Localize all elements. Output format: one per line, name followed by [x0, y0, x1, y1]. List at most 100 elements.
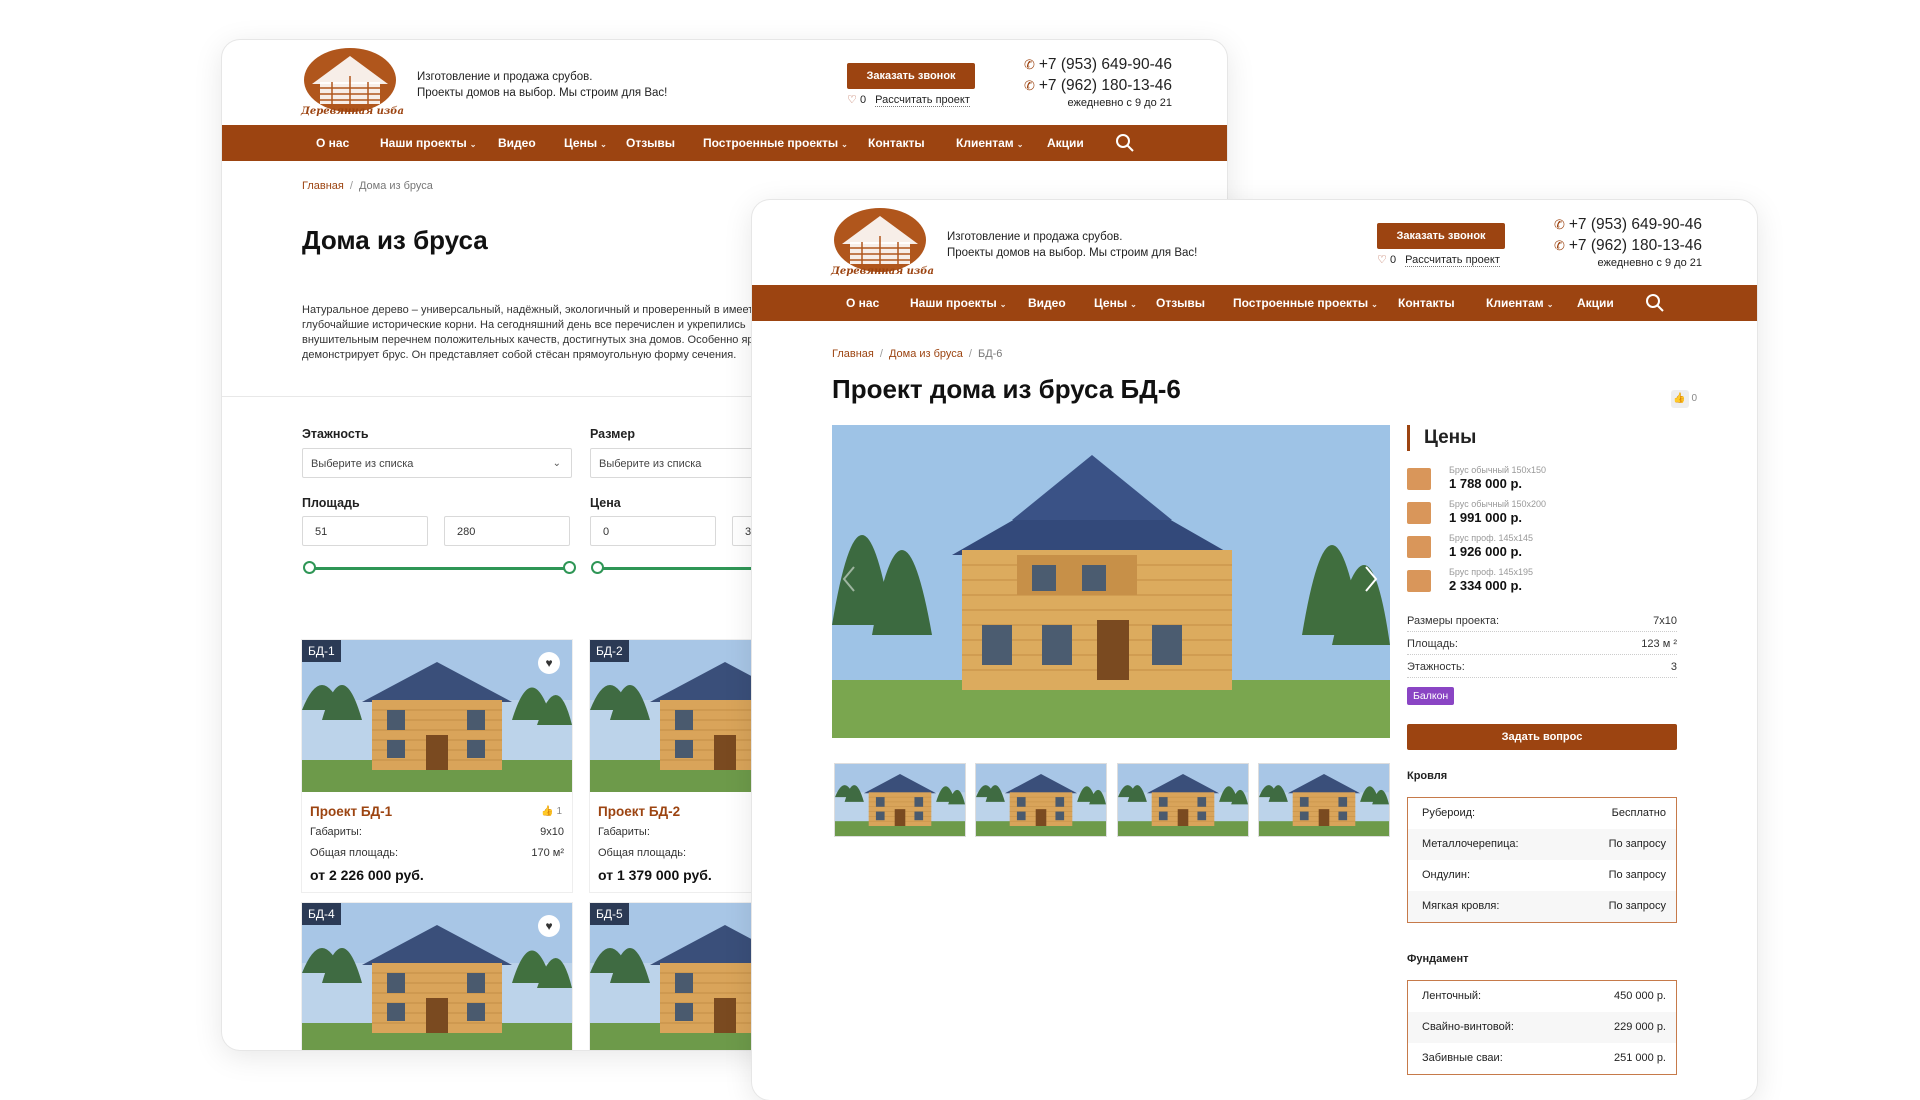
nav-item-prices[interactable]: Цены ⌄ — [564, 125, 607, 161]
order-call-button[interactable]: Заказать звонок — [847, 63, 975, 89]
area-label: Площадь — [302, 496, 360, 510]
likes[interactable]: 👍 1 — [541, 806, 562, 817]
phone-1[interactable]: ✆ +7 (953) 649-90-46 — [992, 54, 1172, 75]
nav-item-about[interactable]: О нас — [316, 125, 349, 161]
spec-row: Площадь: 123 м ² — [1407, 638, 1677, 655]
project-title[interactable]: Проект БД-2 — [598, 804, 680, 819]
option-name: Забивные сваи: — [1422, 1052, 1503, 1064]
phone-icon: ✆ — [1023, 78, 1035, 93]
area-slider[interactable] — [310, 567, 570, 570]
phone-1-text: +7 (953) 649-90-46 — [1038, 56, 1172, 73]
chevron-down-icon: ⌄ — [552, 458, 561, 469]
breadcrumb-current: Дома из бруса — [358, 180, 433, 192]
nav-item-video[interactable]: Видео — [1028, 285, 1066, 321]
phone-2-text: +7 (962) 180-13-46 — [1568, 237, 1702, 254]
nav-item-contacts[interactable]: Контакты — [868, 125, 925, 161]
area-row-label: Общая площадь: — [598, 847, 687, 859]
option-value: Бесплатно — [1611, 807, 1666, 819]
project-card[interactable]: БД-1 ♥ Проект БД-1 👍 1 Габариты: 9x10 Общ… — [302, 640, 572, 892]
heart-icon[interactable]: ♥ — [538, 915, 560, 937]
gallery-thumbnail[interactable] — [975, 763, 1107, 837]
project-badge: БД-4 — [302, 903, 341, 925]
chevron-right-icon[interactable] — [1364, 565, 1378, 593]
nav-item-projects[interactable]: Наши проекты ⌄ — [910, 285, 1006, 321]
size-select-value: Выберите из списка — [599, 458, 702, 470]
site-header: Деревянная изба Изготовление и продажа с… — [222, 40, 1227, 125]
gallery-thumbnail[interactable] — [834, 763, 966, 837]
nav-item-built[interactable]: Построенные проекты ⌄ — [1233, 285, 1378, 321]
timber-swatch — [1407, 536, 1431, 558]
breadcrumb-home[interactable]: Главная — [302, 180, 344, 192]
area-slider-max-handle[interactable] — [563, 561, 576, 574]
nav-item-built[interactable]: Построенные проекты ⌄ — [703, 125, 848, 161]
phone-1[interactable]: ✆ +7 (953) 649-90-46 — [1522, 214, 1702, 235]
heart-icon[interactable]: ♡ — [847, 94, 857, 106]
likes[interactable]: 👍 0 — [1670, 390, 1697, 408]
price-slider-min-handle[interactable] — [591, 561, 604, 574]
breadcrumb-home[interactable]: Главная — [832, 348, 874, 360]
option-value: 251 000 р. — [1614, 1052, 1666, 1064]
nav-item-prices[interactable]: Цены ⌄ — [1094, 285, 1137, 321]
nav-item-clients[interactable]: Клиентам ⌄ — [956, 125, 1023, 161]
project-image[interactable]: БД-1 ♥ — [302, 640, 572, 792]
phone-2[interactable]: ✆ +7 (962) 180-13-46 — [992, 75, 1172, 96]
area-slider-min-handle[interactable] — [303, 561, 316, 574]
project-price: от 1 379 000 руб. — [598, 867, 712, 883]
tagline-line-2: Проекты домов на выбор. Мы строим для Ва… — [947, 247, 1198, 259]
spec-value: 123 м ² — [1637, 638, 1677, 650]
nav-item-promo[interactable]: Акции — [1047, 125, 1084, 161]
price-option: Брус проф. 145x195 2 334 000 р. — [1407, 567, 1677, 597]
nav-item-built-label: Построенные проекты — [1233, 296, 1369, 310]
heart-icon[interactable]: ♡ — [1377, 254, 1387, 266]
chevron-down-icon: ⌄ — [469, 140, 477, 149]
size-label: Размер — [590, 427, 636, 441]
nav-item-clients[interactable]: Клиентам ⌄ — [1486, 285, 1553, 321]
nav-item-contacts[interactable]: Контакты — [1398, 285, 1455, 321]
price-min-input[interactable]: 0 — [590, 516, 716, 546]
project-title[interactable]: Проект БД-1 — [310, 804, 392, 819]
search-icon[interactable] — [1645, 293, 1665, 313]
chevron-left-icon[interactable] — [842, 565, 856, 593]
favorites-count: 0 — [1389, 254, 1397, 266]
spec-row: Этажность: 3 — [1407, 661, 1677, 678]
option-value: 229 000 р. — [1614, 1021, 1666, 1033]
roof-option: Мягкая кровля: По запросу — [1408, 891, 1676, 922]
order-call-button[interactable]: Заказать звонок — [1377, 223, 1505, 249]
area-max-input[interactable]: 280 — [444, 516, 570, 546]
area-row-label: Общая площадь: — [310, 847, 399, 859]
gallery-thumbnail[interactable] — [1258, 763, 1390, 837]
floors-select-value: Выберите из списка — [311, 458, 414, 470]
calc-project-link[interactable]: Рассчитать проект — [875, 94, 970, 107]
phone-2-text: +7 (962) 180-13-46 — [1038, 77, 1172, 94]
calc-project-link[interactable]: Рассчитать проект — [1405, 254, 1500, 267]
ask-question-button[interactable]: Задать вопрос — [1407, 724, 1677, 750]
breadcrumb-section[interactable]: Дома из бруса — [889, 348, 963, 360]
phone-2[interactable]: ✆ +7 (962) 180-13-46 — [1522, 235, 1702, 256]
area-min-input[interactable]: 51 — [302, 516, 428, 546]
floors-select[interactable]: Выберите из списка ⌄ — [302, 448, 572, 478]
price-option: Брус обычный 150x150 1 788 000 р. — [1407, 465, 1677, 495]
dims-label: Габариты: — [310, 826, 362, 838]
project-card[interactable]: БД-4 ♥ — [302, 903, 572, 1050]
gallery-thumbnail[interactable] — [1117, 763, 1249, 837]
price-option-value: 1 926 000 р. — [1449, 544, 1522, 559]
floors-label: Этажность — [302, 427, 369, 441]
nav-item-video[interactable]: Видео — [498, 125, 536, 161]
spec-key: Этажность: — [1407, 661, 1469, 673]
heart-icon[interactable]: ♥ — [538, 652, 560, 674]
project-main-image[interactable] — [832, 425, 1390, 738]
nav-item-projects[interactable]: Наши проекты ⌄ — [380, 125, 476, 161]
nav-item-about[interactable]: О нас — [846, 285, 879, 321]
project-image[interactable]: БД-4 ♥ — [302, 903, 572, 1050]
nav-item-prices-label: Цены — [564, 136, 598, 150]
feature-tag[interactable]: Балкон — [1407, 687, 1455, 705]
foundation-option: Ленточный: 450 000 р. — [1408, 981, 1676, 1012]
nav-item-reviews[interactable]: Отзывы — [1156, 285, 1205, 321]
area-row: Общая площадь: 170 м² — [310, 847, 564, 859]
main-nav: О нас Наши проекты ⌄ Видео Цены ⌄ Отзывы П… — [752, 285, 1757, 321]
option-name: Ленточный: — [1422, 990, 1482, 1002]
nav-item-reviews[interactable]: Отзывы — [626, 125, 675, 161]
timber-swatch — [1407, 468, 1431, 490]
nav-item-promo[interactable]: Акции — [1577, 285, 1614, 321]
search-icon[interactable] — [1115, 133, 1135, 153]
